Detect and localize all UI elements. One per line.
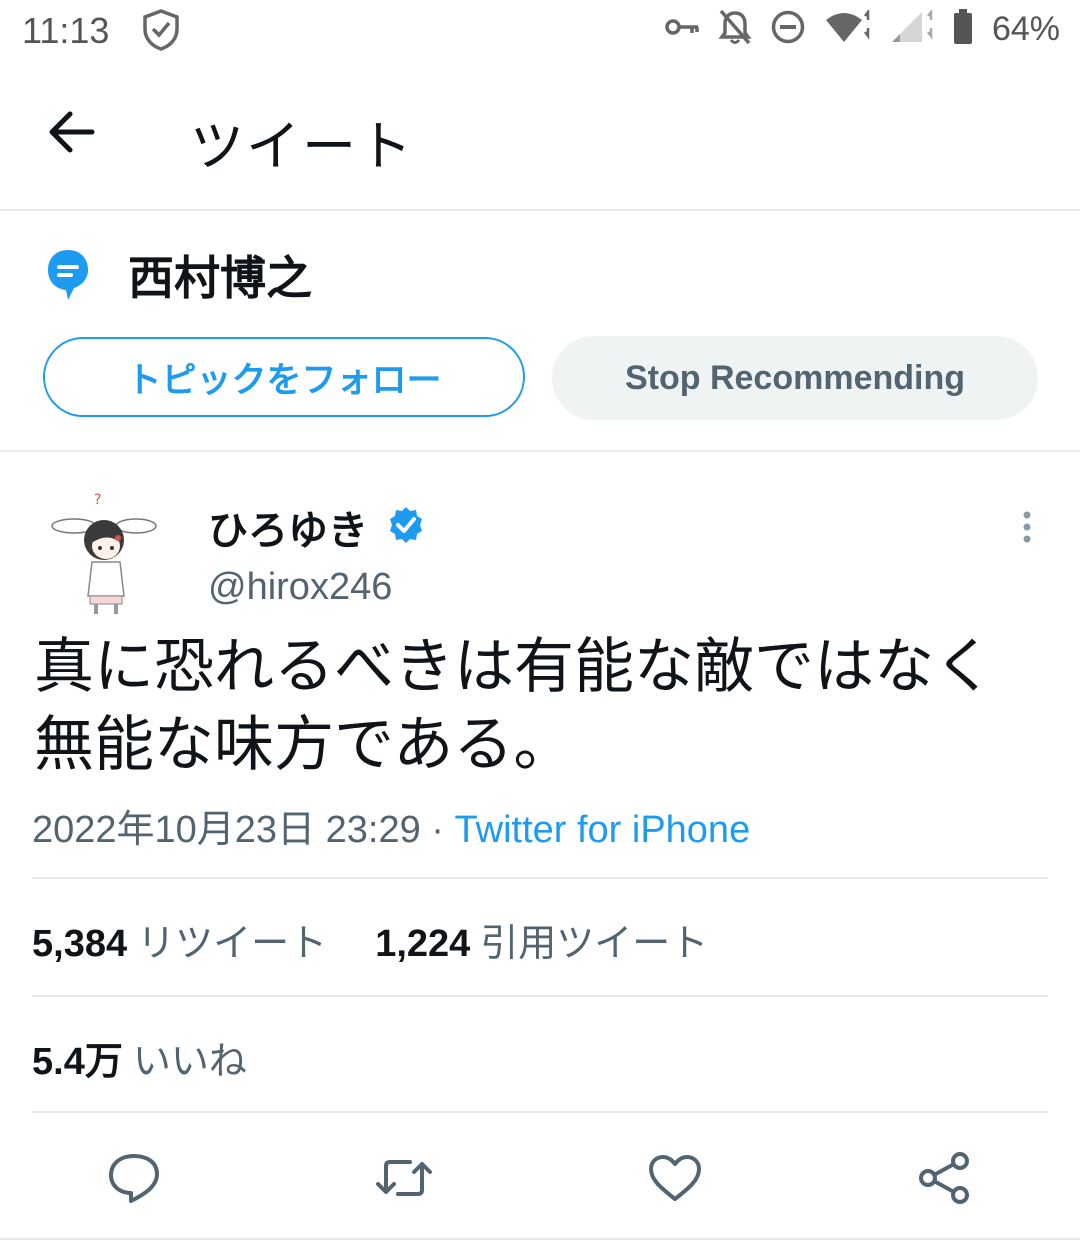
wifi-icon [824, 8, 870, 48]
stop-recommending-button[interactable]: Stop Recommending [552, 336, 1038, 420]
meta-separator: · [420, 809, 455, 851]
like-icon[interactable] [645, 1148, 705, 1208]
status-icons: 64% [664, 8, 1060, 50]
quotes-label: 引用ツイート [480, 921, 709, 965]
topic-divider [0, 450, 1080, 452]
do-not-disturb-icon [770, 9, 806, 49]
verified-badge-icon [386, 505, 426, 549]
battery-icon [952, 8, 974, 50]
bottom-divider [0, 1238, 1080, 1240]
likes-count: 5.4万 [32, 1041, 123, 1083]
retweets-count: 5,384 [32, 923, 128, 965]
tweet-meta: 2022年10月23日 23:29 · Twitter for iPhone [32, 798, 750, 853]
likes-label: いいね [132, 1039, 247, 1083]
retweets-stat[interactable]: 5,384 リツイート [32, 921, 327, 965]
tweet-timestamp[interactable]: 2022年10月23日 23:29 [32, 809, 421, 851]
follow-topic-button[interactable]: トピックをフォロー [43, 337, 525, 417]
header-divider [0, 209, 1080, 211]
topic-name: 西村博之 [128, 251, 312, 305]
shield-check-icon [140, 8, 182, 56]
page-title: ツイート [190, 115, 414, 178]
likes-stat[interactable]: 5.4万 いいね [32, 1030, 247, 1085]
display-name[interactable]: ひろゆき [208, 498, 368, 556]
retweet-stats-row: 5,384 リツイート 1,224 引用ツイート [32, 912, 708, 967]
stats-divider-middle [32, 995, 1048, 997]
arrow-left-icon[interactable] [46, 108, 96, 160]
tweet-source-link[interactable]: Twitter for iPhone [455, 809, 751, 851]
stats-divider-top [32, 877, 1048, 879]
notifications-off-icon [718, 8, 752, 50]
tweet-text: 真に恐れるべきは有能な敵ではなく 無能な味方である。 [34, 632, 994, 780]
status-bar: 11:13 64% [0, 0, 1080, 68]
cellular-signal-icon [888, 8, 934, 48]
quotes-count: 1,224 [375, 923, 471, 965]
topic-icon [46, 248, 90, 306]
retweets-label: リツイート [137, 921, 328, 965]
quotes-stat[interactable]: 1,224 引用ツイート [375, 921, 708, 965]
retweet-icon[interactable] [374, 1148, 434, 1208]
status-time: 11:13 [22, 10, 110, 51]
share-icon[interactable] [914, 1148, 974, 1208]
vpn-key-icon [664, 15, 700, 43]
svg-text:?: ? [94, 492, 101, 508]
avatar[interactable]: ? [44, 488, 164, 618]
user-handle[interactable]: @hirox246 [208, 566, 392, 609]
more-options-icon[interactable] [1016, 510, 1038, 550]
battery-percent: 64% [991, 9, 1060, 48]
stats-divider-bottom [32, 1111, 1048, 1113]
reply-icon[interactable] [104, 1148, 164, 1208]
